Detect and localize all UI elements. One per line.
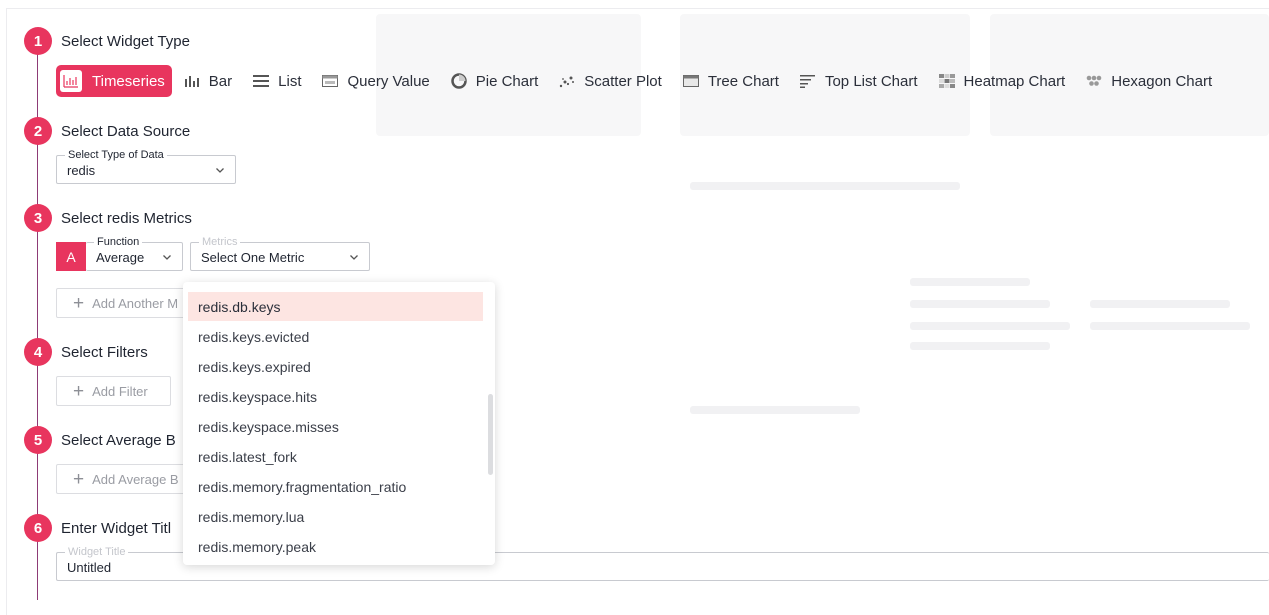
function-label: Function bbox=[94, 236, 143, 249]
metrics-placeholder: Select One Metric bbox=[201, 250, 305, 265]
data-type-select[interactable]: Select Type of Data redis bbox=[56, 149, 236, 184]
widget-type-label: List bbox=[278, 72, 302, 90]
step-6-number: 6 bbox=[24, 514, 52, 542]
plus-icon: + bbox=[73, 468, 85, 490]
data-type-label: Select Type of Data bbox=[65, 149, 167, 162]
metric-letter-badge: A bbox=[56, 242, 86, 271]
plus-icon: + bbox=[73, 292, 85, 314]
step-3-number: 3 bbox=[24, 204, 52, 232]
dropdown-option[interactable]: redis.latest_fork bbox=[188, 442, 483, 471]
step-2-number: 2 bbox=[24, 117, 52, 145]
function-select[interactable]: Function Average bbox=[86, 236, 183, 271]
timeseries-icon bbox=[60, 70, 82, 92]
step-6-title: Enter Widget Titl bbox=[61, 520, 172, 537]
chevron-down-icon bbox=[216, 168, 224, 173]
list-icon bbox=[252, 72, 270, 90]
background-line bbox=[910, 300, 1050, 308]
step-4-title: Select Filters bbox=[61, 344, 148, 361]
step-2-title: Select Data Source bbox=[61, 123, 191, 140]
background-line bbox=[910, 278, 1030, 286]
add-average-by-button[interactable]: + Add Average B bbox=[56, 464, 196, 494]
background-line bbox=[1090, 322, 1250, 330]
pie-chart-icon bbox=[450, 72, 468, 90]
step-1-title: Select Widget Type bbox=[61, 33, 190, 50]
widget-type-top-list-chart[interactable]: Top List Chart bbox=[799, 65, 918, 97]
widget-type-timeseries[interactable]: Timeseries bbox=[56, 65, 172, 97]
query-value-icon bbox=[321, 72, 339, 90]
dropdown-option[interactable]: redis.memory.peak bbox=[188, 532, 483, 561]
dropdown-option[interactable]: redis.keys.expired bbox=[188, 352, 483, 381]
widget-type-label: Timeseries bbox=[92, 72, 165, 90]
dropdown-scrollbar[interactable] bbox=[488, 394, 493, 475]
tree-chart-icon bbox=[682, 72, 700, 90]
widget-type-label: Heatmap Chart bbox=[963, 72, 1066, 90]
page-top-border bbox=[7, 8, 1269, 9]
hexagon-icon bbox=[1085, 72, 1103, 90]
background-line bbox=[910, 342, 1050, 350]
add-filter-label: Add Filter bbox=[92, 383, 148, 399]
background-line bbox=[910, 322, 1070, 330]
function-value: Average bbox=[96, 250, 145, 265]
add-another-metric-button[interactable]: + Add Another M bbox=[56, 288, 196, 318]
add-another-metric-label: Add Another M bbox=[92, 295, 179, 311]
background-line bbox=[690, 182, 960, 190]
dropdown-option[interactable]: redis.memory.lua bbox=[188, 502, 483, 531]
bar-chart-icon bbox=[183, 72, 201, 90]
widget-type-selector: Timeseries Bar List Query Value Pie Char… bbox=[56, 65, 1232, 97]
widget-type-heatmap-chart[interactable]: Heatmap Chart bbox=[938, 65, 1066, 97]
dropdown-option[interactable]: redis.keys.evicted bbox=[188, 322, 483, 351]
dropdown-option[interactable]: redis.keyspace.misses bbox=[188, 412, 483, 441]
widget-type-label: Bar bbox=[208, 72, 233, 90]
dropdown-option[interactable]: redis.db.keys bbox=[188, 292, 483, 321]
metrics-dropdown: redis.db.keys redis.keys.evicted redis.k… bbox=[183, 282, 495, 565]
widget-type-query-value[interactable]: Query Value bbox=[321, 65, 430, 97]
data-type-value: redis bbox=[67, 163, 96, 178]
step-5-number: 5 bbox=[24, 426, 52, 454]
widget-type-label: Query Value bbox=[347, 72, 430, 90]
dropdown-option[interactable]: redis.keyspace.hits bbox=[188, 382, 483, 411]
widget-type-list[interactable]: List bbox=[252, 65, 301, 97]
step-1-number: 1 bbox=[24, 27, 52, 55]
step-5-title: Select Average B bbox=[61, 432, 176, 449]
widget-type-tree-chart[interactable]: Tree Chart bbox=[682, 65, 779, 97]
widget-type-scatter-plot[interactable]: Scatter Plot bbox=[558, 65, 662, 97]
chevron-down-icon bbox=[163, 255, 171, 260]
widget-type-bar[interactable]: Bar bbox=[183, 65, 232, 97]
widget-title-value: Untitled bbox=[67, 560, 112, 575]
metrics-select[interactable]: Metrics Select One Metric bbox=[190, 236, 370, 271]
heatmap-icon bbox=[938, 72, 956, 90]
widget-type-label: Tree Chart bbox=[707, 72, 779, 90]
dropdown-option[interactable]: redis.memory.fragmentation_ratio bbox=[188, 472, 483, 501]
step-3-title: Select redis Metrics bbox=[61, 210, 192, 227]
widget-type-label: Top List Chart bbox=[824, 72, 918, 90]
widget-type-hexagon-chart[interactable]: Hexagon Chart bbox=[1085, 65, 1212, 97]
add-filter-button[interactable]: + Add Filter bbox=[56, 376, 171, 406]
background-line bbox=[690, 406, 860, 414]
scatter-plot-icon bbox=[558, 72, 576, 90]
widget-type-label: Hexagon Chart bbox=[1111, 72, 1213, 90]
plus-icon: + bbox=[73, 380, 85, 402]
widget-type-pie-chart[interactable]: Pie Chart bbox=[450, 65, 539, 97]
background-line bbox=[1090, 300, 1230, 308]
page-left-border bbox=[6, 8, 7, 615]
metrics-label: Metrics bbox=[199, 236, 241, 249]
widget-type-label: Pie Chart bbox=[475, 72, 539, 90]
widget-type-label: Scatter Plot bbox=[584, 72, 662, 90]
widget-title-label: Widget Title bbox=[65, 546, 129, 559]
add-average-by-label: Add Average B bbox=[92, 471, 179, 487]
chevron-down-icon bbox=[350, 255, 358, 260]
step-4-number: 4 bbox=[24, 338, 52, 366]
top-list-icon bbox=[799, 72, 817, 90]
